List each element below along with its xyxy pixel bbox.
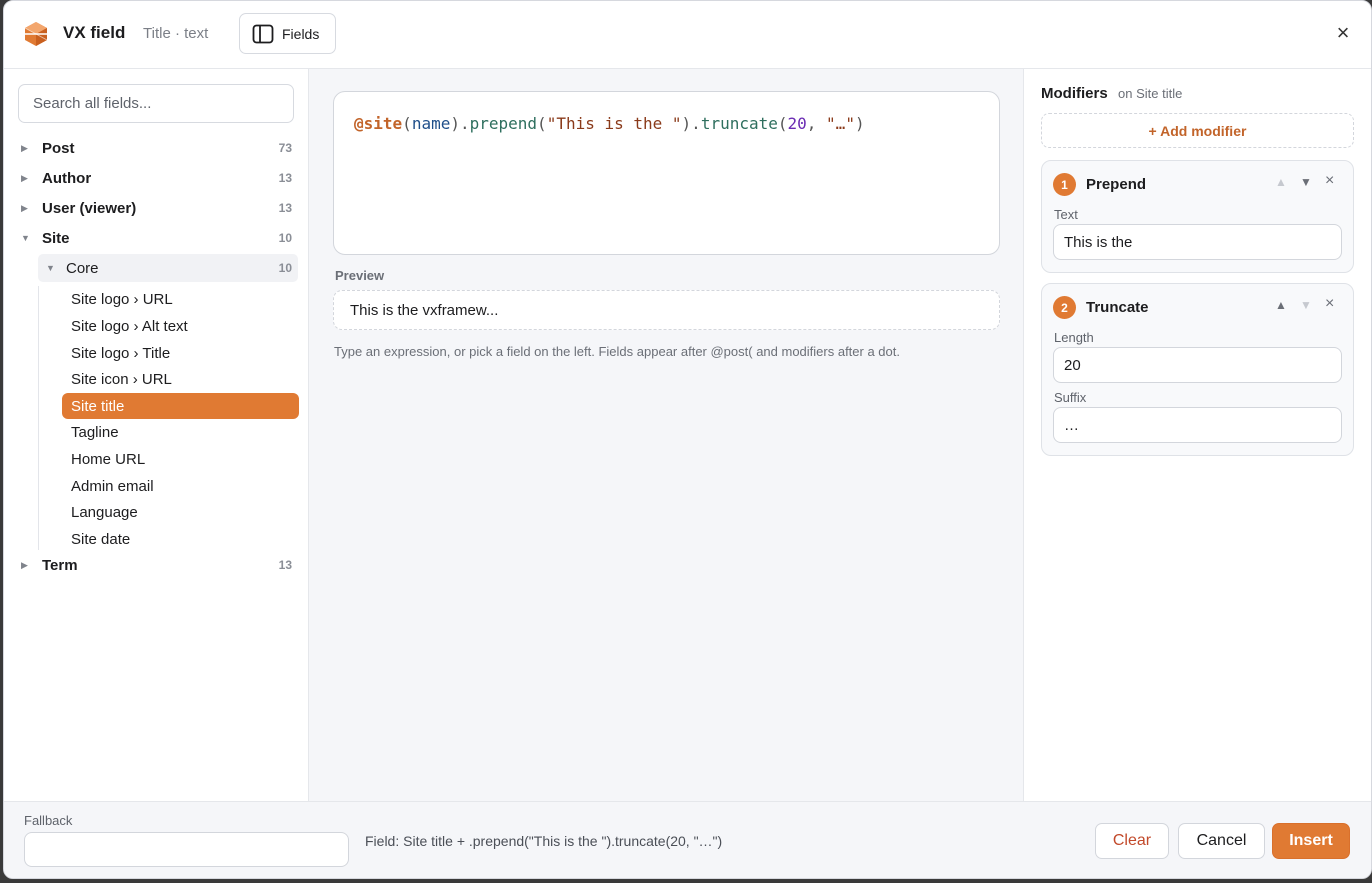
token-punct: , xyxy=(806,114,827,133)
field-item-selected[interactable]: Site title xyxy=(62,393,299,419)
token-punct: ( xyxy=(537,114,547,133)
modal-title: VX field xyxy=(63,23,126,42)
field-summary: Field: Site title + .prepend("This is th… xyxy=(365,833,723,849)
clear-button[interactable]: Clear xyxy=(1095,823,1169,859)
token-punct: ( xyxy=(777,114,788,133)
editor-hint: Type an expression, or pick a field on t… xyxy=(334,344,900,359)
token-source: @site xyxy=(354,114,403,133)
field-item[interactable]: Site icon › URL xyxy=(62,366,299,392)
fallback-input[interactable] xyxy=(24,832,349,867)
modifier-name: Prepend xyxy=(1086,176,1147,193)
field-browser: ▶ Post 73 ▶ Author 13 ▶ User (viewer) 13… xyxy=(4,69,309,801)
field-item[interactable]: Home URL xyxy=(62,446,299,472)
token-punct: ). xyxy=(681,114,701,133)
fallback-label: Fallback xyxy=(24,813,73,828)
modal-footer: Fallback Field: Site title + .prepend("T… xyxy=(4,801,1371,878)
prepend-text-input[interactable] xyxy=(1053,224,1342,260)
modifier-card-prepend: 1 Prepend ▲ ▼ × Text xyxy=(1041,160,1354,273)
token-punct: ) xyxy=(854,114,865,133)
expression-editor[interactable]: @site(name).prepend("This is the ").trun… xyxy=(333,91,1000,255)
move-up-icon[interactable]: ▲ xyxy=(1275,175,1287,189)
remove-modifier-icon[interactable]: × xyxy=(1325,172,1334,190)
move-down-icon[interactable]: ▼ xyxy=(1300,175,1312,189)
tree-group-site[interactable]: ▼ Site 10 xyxy=(18,225,298,251)
modifier-number-badge: 2 xyxy=(1053,296,1076,319)
caret-down-icon: ▼ xyxy=(46,263,55,273)
field-item[interactable]: Site logo › Alt text xyxy=(62,313,299,339)
tree-group-user[interactable]: ▶ User (viewer) 13 xyxy=(18,195,298,221)
tree-group-count: 13 xyxy=(278,201,292,215)
tree-group-label: Post xyxy=(42,139,75,157)
token-modifier: truncate xyxy=(700,114,778,133)
token-number: 20 xyxy=(787,114,807,133)
field-item[interactable]: Site logo › URL xyxy=(62,286,299,312)
tree-group-term[interactable]: ▶ Term 13 xyxy=(18,552,298,578)
modifiers-panel: Modifiers on Site title + Add modifier 1… xyxy=(1023,69,1371,801)
field-item[interactable]: Site logo › Title xyxy=(62,340,299,366)
expression-editor-panel: @site(name).prepend("This is the ").trun… xyxy=(309,69,1023,801)
tree-group-count: 13 xyxy=(278,558,292,572)
tree-subgroup-label: Core xyxy=(66,259,99,277)
modifier-name: Truncate xyxy=(1086,299,1149,316)
close-icon[interactable]: × xyxy=(1331,21,1355,45)
modal-subtitle: Title · text xyxy=(143,25,209,42)
tree-group-count: 10 xyxy=(278,231,292,245)
move-up-icon[interactable]: ▲ xyxy=(1275,298,1287,312)
tree-subgroup-core[interactable]: ▼ Core 10 xyxy=(38,254,298,282)
tree-group-count: 73 xyxy=(278,141,292,155)
vx-field-modal: VX field Title · text Fields × ▶ Post 73… xyxy=(3,0,1372,879)
modifiers-title: Modifiers xyxy=(1041,85,1108,102)
cube-logo-icon xyxy=(24,22,48,46)
add-modifier-button[interactable]: + Add modifier xyxy=(1041,113,1354,148)
field-item[interactable]: Admin email xyxy=(62,473,299,499)
truncate-length-input[interactable] xyxy=(1053,347,1342,383)
tree-group-label: User (viewer) xyxy=(42,199,137,217)
move-down-icon[interactable]: ▼ xyxy=(1300,298,1312,312)
modifier-field-label: Text xyxy=(1054,207,1078,222)
modal-header: VX field Title · text Fields × xyxy=(4,1,1371,69)
tree-group-post[interactable]: ▶ Post 73 xyxy=(18,135,298,161)
token-punct: ). xyxy=(450,114,470,133)
tree-subgroup-count: 10 xyxy=(278,261,292,275)
search-input[interactable] xyxy=(18,84,294,123)
fields-button-label: Fields xyxy=(282,25,320,42)
truncate-suffix-input[interactable] xyxy=(1053,407,1342,443)
modifier-field-label: Length xyxy=(1054,330,1094,345)
core-field-list: Site logo › URL Site logo › Alt text Sit… xyxy=(38,286,300,550)
caret-right-icon: ▶ xyxy=(21,142,28,153)
cancel-button[interactable]: Cancel xyxy=(1178,823,1265,859)
tree-group-label: Term xyxy=(42,556,78,574)
remove-modifier-icon[interactable]: × xyxy=(1325,295,1334,313)
caret-right-icon: ▶ xyxy=(21,172,28,183)
field-item[interactable]: Language xyxy=(62,499,299,525)
token-punct: ( xyxy=(402,114,412,133)
fields-toggle-button[interactable]: Fields xyxy=(239,13,336,54)
token-modifier: prepend xyxy=(469,114,538,133)
preview-output: This is the vxframew... xyxy=(333,290,1000,330)
field-item[interactable]: Site date xyxy=(62,526,299,552)
caret-down-icon: ▼ xyxy=(21,233,30,243)
caret-right-icon: ▶ xyxy=(21,202,28,213)
tree-group-label: Author xyxy=(42,169,92,187)
caret-right-icon: ▶ xyxy=(21,559,28,570)
modifier-card-truncate: 2 Truncate ▲ ▼ × Length Suffix xyxy=(1041,283,1354,456)
modifier-number-badge: 1 xyxy=(1053,173,1076,196)
modifiers-target: on Site title xyxy=(1118,86,1183,101)
sidebar-panel-icon xyxy=(252,24,274,43)
modifier-field-label: Suffix xyxy=(1054,390,1087,405)
insert-button[interactable]: Insert xyxy=(1272,823,1350,859)
tree-group-label: Site xyxy=(42,229,70,247)
preview-label: Preview xyxy=(335,268,385,283)
tree-group-author[interactable]: ▶ Author 13 xyxy=(18,165,298,191)
token-string: "This is the " xyxy=(546,114,682,133)
tree-group-count: 13 xyxy=(278,171,292,185)
token-string: "…" xyxy=(826,114,855,133)
field-item[interactable]: Tagline xyxy=(62,419,299,445)
token-field: name xyxy=(411,114,451,133)
